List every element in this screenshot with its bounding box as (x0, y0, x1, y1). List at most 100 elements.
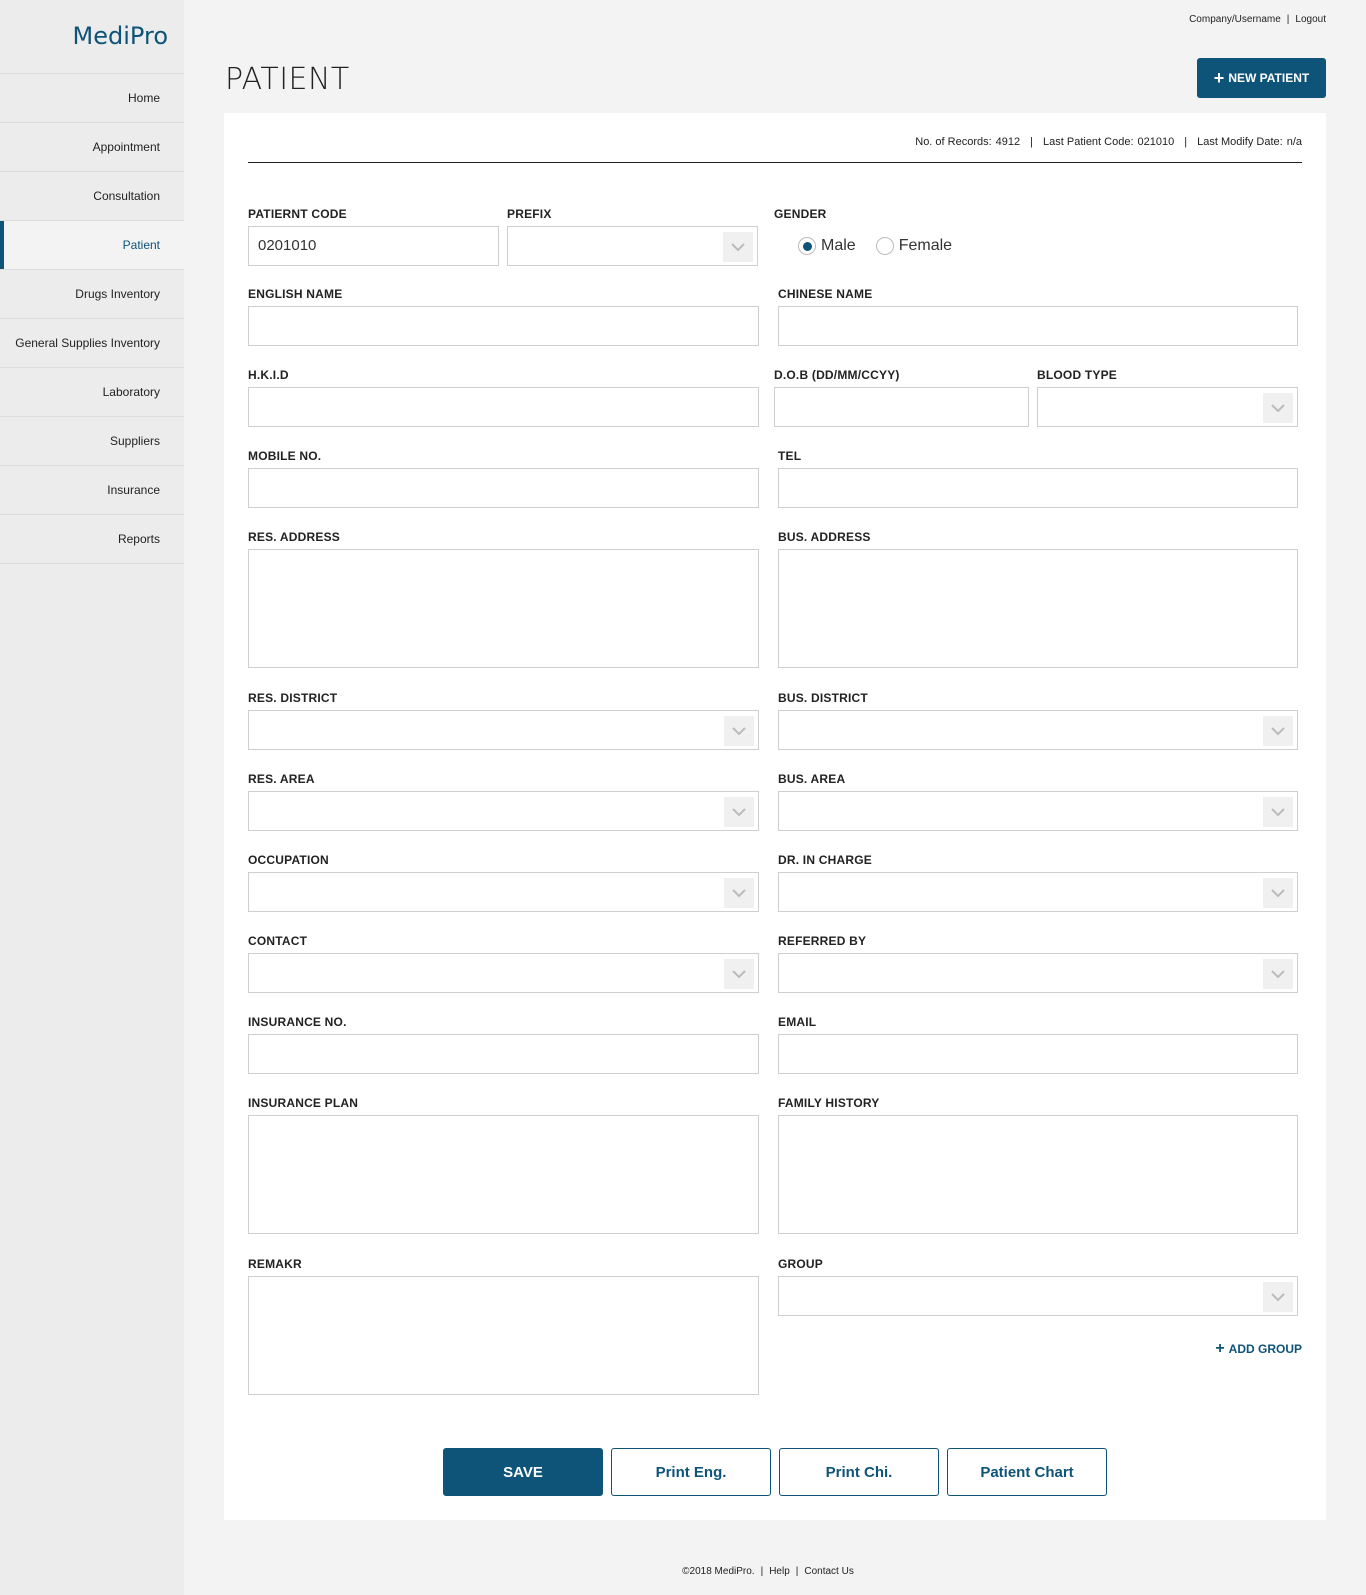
sidebar-item-home[interactable]: Home (0, 74, 184, 123)
remark-textarea[interactable] (248, 1276, 759, 1395)
sidebar-item-reports[interactable]: Reports (0, 515, 184, 564)
chinese-name-input[interactable] (778, 306, 1298, 346)
insurance-no-input[interactable] (248, 1034, 759, 1074)
user-link[interactable]: Company/Username (1189, 14, 1281, 25)
occupation-select[interactable] (248, 872, 759, 912)
bus-district-label: BUS. DISTRICT (778, 691, 868, 705)
tel-input[interactable] (778, 468, 1298, 508)
last-code-label: Last Patient Code: (1043, 136, 1134, 148)
record-stats: No. of Records: 4912 | Last Patient Code: 02… (915, 136, 1302, 148)
dr-in-charge-select[interactable] (778, 872, 1298, 912)
chevron-down-icon (724, 959, 754, 989)
remark-label: REMAKR (248, 1257, 302, 1271)
chevron-down-icon (724, 716, 754, 746)
insurance-plan-textarea[interactable] (248, 1115, 759, 1234)
gender-female-radio[interactable]: Female (875, 237, 953, 255)
english-name-label: ENGLISH NAME (248, 287, 343, 301)
sidebar-item-appointment[interactable]: Appointment (0, 123, 184, 172)
chevron-down-icon (1263, 393, 1293, 423)
prefix-select[interactable] (507, 226, 758, 266)
res-district-label: RES. DISTRICT (248, 691, 338, 705)
dob-input[interactable] (774, 387, 1029, 427)
sidebar-item-patient[interactable]: Patient (0, 221, 184, 270)
dob-label: D.O.B (DD/MM/CCYY) (774, 368, 900, 382)
radio-checked-icon (798, 237, 816, 255)
bus-area-select[interactable] (778, 791, 1298, 831)
chinese-name-label: CHINESE NAME (778, 287, 873, 301)
contact-select[interactable] (248, 953, 759, 993)
radio-unchecked-icon (875, 237, 894, 255)
app-logo[interactable]: MediPro (0, 0, 184, 73)
blood-type-label: BLOOD TYPE (1037, 368, 1118, 382)
english-name-input[interactable] (248, 306, 759, 346)
last-modify-label: Last Modify Date: (1197, 136, 1283, 148)
separator: | (760, 1566, 764, 1577)
chevron-down-icon (1263, 716, 1293, 746)
user-bar: Company/Username | Logout (1189, 14, 1326, 25)
insurance-plan-label: INSURANCE PLAN (248, 1096, 359, 1110)
gender-radio-group: Male Female (798, 237, 952, 255)
dr-in-charge-label: DR. IN CHARGE (778, 853, 872, 867)
patient-code-value: 0201010 (258, 237, 317, 254)
tel-label: TEL (778, 449, 802, 463)
family-history-label: FAMILY HISTORY (778, 1096, 880, 1110)
sidebar-item-suppliers[interactable]: Suppliers (0, 417, 184, 466)
divider (248, 162, 1302, 163)
sidebar-item-consultation[interactable]: Consultation (0, 172, 184, 221)
chevron-down-icon (724, 878, 754, 908)
gender-male-label: Male (821, 237, 856, 254)
bus-district-select[interactable] (778, 710, 1298, 750)
sidebar-nav: Home Appointment Consultation Patient Dr… (0, 73, 184, 564)
chevron-down-icon (1263, 959, 1293, 989)
print-chi-button[interactable]: Print Chi. (779, 1448, 939, 1496)
insurance-no-label: INSURANCE NO. (248, 1015, 347, 1029)
new-patient-button[interactable]: + NEW PATIENT (1197, 58, 1326, 98)
res-area-select[interactable] (248, 791, 759, 831)
chevron-down-icon (1263, 878, 1293, 908)
res-address-textarea[interactable] (248, 549, 759, 668)
blood-type-select[interactable] (1037, 387, 1298, 427)
referred-by-select[interactable] (778, 953, 1298, 993)
help-link[interactable]: Help (769, 1566, 790, 1577)
sidebar: MediPro Home Appointment Consultation Pa… (0, 0, 184, 1595)
mobile-input[interactable] (248, 468, 759, 508)
gender-male-radio[interactable]: Male (798, 237, 856, 255)
contact-label: CONTACT (248, 934, 308, 948)
gender-female-label: Female (898, 237, 953, 254)
bus-address-textarea[interactable] (778, 549, 1298, 668)
contact-us-link[interactable]: Contact Us (804, 1566, 853, 1577)
group-label: GROUP (778, 1257, 824, 1271)
save-button[interactable]: SAVE (443, 1448, 603, 1496)
patient-code-label: PATIERNT CODE (248, 207, 347, 221)
hkid-input[interactable] (248, 387, 759, 427)
family-history-textarea[interactable] (778, 1115, 1298, 1234)
add-group-label: ADD GROUP (1228, 1342, 1302, 1356)
sidebar-item-drugs-inventory[interactable]: Drugs Inventory (0, 270, 184, 319)
add-group-link[interactable]: + ADD GROUP (1215, 1340, 1302, 1358)
patient-code-input[interactable]: 0201010 (248, 226, 499, 266)
email-input[interactable] (778, 1034, 1298, 1074)
occupation-label: OCCUPATION (248, 853, 329, 867)
last-code-value: 021010 (1137, 136, 1175, 148)
group-select[interactable] (778, 1276, 1298, 1316)
prefix-label: PREFIX (507, 207, 552, 221)
copyright-text: ©2018 MediPro. (682, 1566, 755, 1577)
new-patient-label: NEW PATIENT (1228, 71, 1310, 85)
chevron-down-icon (1263, 1282, 1293, 1312)
hkid-label: H.K.I.D (248, 368, 289, 382)
sidebar-item-insurance[interactable]: Insurance (0, 466, 184, 515)
sidebar-item-laboratory[interactable]: Laboratory (0, 368, 184, 417)
sidebar-item-general-supplies-inventory[interactable]: General Supplies Inventory (0, 319, 184, 368)
page-title: PATIENT (225, 62, 350, 97)
patient-chart-button[interactable]: Patient Chart (947, 1448, 1107, 1496)
records-label: No. of Records: (915, 136, 992, 148)
res-district-select[interactable] (248, 710, 759, 750)
logout-link[interactable]: Logout (1295, 14, 1326, 25)
separator: | (1286, 14, 1290, 25)
chevron-down-icon (1263, 797, 1293, 827)
referred-by-label: REFERRED BY (778, 934, 867, 948)
print-eng-button[interactable]: Print Eng. (611, 1448, 771, 1496)
chevron-down-icon (724, 797, 754, 827)
patient-form-card: No. of Records: 4912 | Last Patient Code: 02… (224, 113, 1326, 1520)
plus-icon: + (1215, 1340, 1225, 1357)
